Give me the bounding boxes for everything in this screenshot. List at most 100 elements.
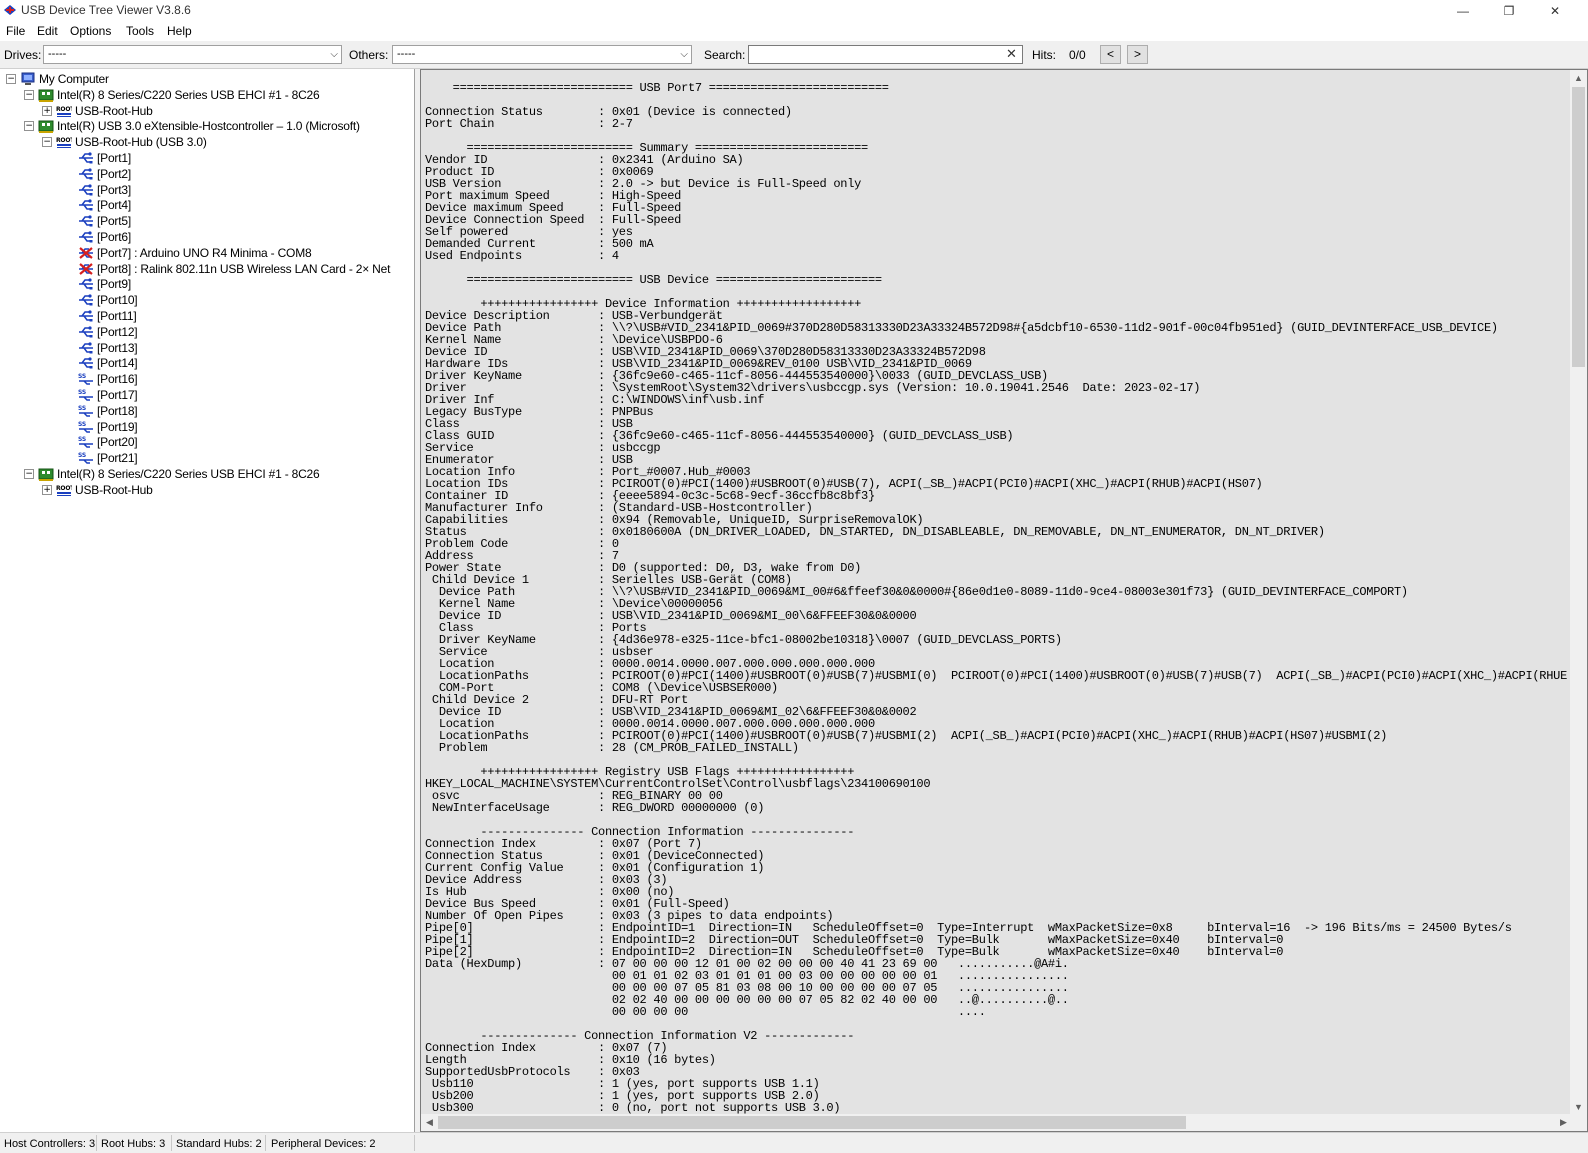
hits-count: 0/0 bbox=[1069, 48, 1086, 62]
status-peripheral-devices: Peripheral Devices: 2 bbox=[271, 1138, 376, 1150]
usb-port-icon bbox=[78, 277, 94, 291]
status-standard-hubs: Standard Hubs: 2 bbox=[176, 1138, 262, 1150]
expand-icon[interactable]: + bbox=[42, 105, 52, 116]
search-label: Search: bbox=[704, 48, 746, 62]
menu-file[interactable]: File bbox=[6, 24, 25, 38]
tree-item[interactable]: −ROOTUSB-Root-Hub (USB 3.0) bbox=[42, 134, 207, 150]
root-hub-icon: ROOT bbox=[56, 104, 75, 118]
search-input[interactable] bbox=[748, 45, 1023, 64]
report-text-area[interactable]: ========================== USB Port7 ===… bbox=[421, 70, 1572, 1116]
tree-item[interactable]: [Port4] bbox=[78, 197, 131, 213]
collapse-icon[interactable]: − bbox=[6, 74, 16, 84]
scroll-left-icon[interactable]: ◀ bbox=[421, 1114, 438, 1131]
others-label: Others: bbox=[349, 48, 389, 62]
tree-item-label: [Port1] bbox=[97, 151, 131, 165]
chevron-down-icon: ⌵ bbox=[680, 49, 688, 60]
tree-item-label: [Port2] bbox=[97, 166, 131, 181]
vertical-scrollbar[interactable]: ▲ ▼ bbox=[1570, 70, 1587, 1116]
collapse-icon[interactable]: − bbox=[24, 121, 34, 132]
tree-item[interactable]: [Port5] bbox=[78, 213, 131, 229]
chevron-down-icon: ⌵ bbox=[330, 49, 338, 60]
others-dropdown[interactable]: ----- ⌵ bbox=[392, 45, 692, 64]
tree-item-label: [Port16] bbox=[97, 372, 138, 387]
tree-item[interactable]: [Port6] bbox=[78, 229, 131, 245]
tree-item-label: [Port4] bbox=[97, 198, 131, 213]
device-error-icon bbox=[78, 246, 94, 260]
host-controller-icon bbox=[38, 467, 54, 481]
tree-item[interactable]: − My Computer bbox=[6, 71, 109, 87]
tree-item[interactable]: SS [Port21] bbox=[78, 450, 138, 466]
tree-item[interactable]: SS [Port20] bbox=[78, 434, 138, 450]
tree-item[interactable]: [Port1] bbox=[78, 150, 131, 166]
tree-item[interactable]: [Port9] bbox=[78, 276, 131, 292]
tree-item[interactable]: [Port11] bbox=[78, 308, 137, 324]
tree-item[interactable]: SS [Port19] bbox=[78, 419, 138, 435]
scroll-up-icon[interactable]: ▲ bbox=[1570, 70, 1587, 87]
vertical-scroll-thumb[interactable] bbox=[1572, 87, 1585, 367]
restore-button[interactable]: ❐ bbox=[1486, 0, 1532, 22]
tree-item[interactable]: SS [Port17] bbox=[78, 387, 138, 403]
menu-options[interactable]: Options bbox=[70, 24, 111, 38]
tree-item-label: [Port13] bbox=[97, 340, 138, 355]
menu-tools[interactable]: Tools bbox=[126, 24, 154, 38]
usb-port-icon bbox=[78, 309, 94, 323]
next-hit-button[interactable]: > bbox=[1127, 45, 1148, 64]
report-line: Problem : 28 (CM_PROB_FAILED_INSTALL) bbox=[425, 741, 799, 755]
tree-item[interactable]: [Port2] bbox=[78, 166, 131, 182]
tree-item-label: [Port18] bbox=[97, 403, 138, 418]
horizontal-scroll-thumb[interactable] bbox=[438, 1116, 1186, 1129]
superspeed-port-icon: SS bbox=[78, 404, 94, 418]
title-bar: USB Device Tree Viewer V3.8.6 — ❐ ✕ bbox=[0, 0, 1588, 22]
menu-bar: File Edit Options Tools Help bbox=[0, 22, 1588, 41]
previous-hit-button[interactable]: < bbox=[1100, 45, 1121, 64]
collapse-icon[interactable]: − bbox=[24, 469, 34, 479]
svg-text:SS: SS bbox=[78, 405, 86, 412]
tree-item-label: Intel(R) 8 Series/C220 Series USB EHCI #… bbox=[57, 467, 320, 481]
tree-item[interactable]: SS [Port16] bbox=[78, 371, 138, 387]
root-hub-icon: ROOT bbox=[56, 483, 75, 497]
horizontal-scrollbar[interactable]: ◀ ▶ bbox=[421, 1114, 1572, 1131]
drives-dropdown[interactable]: ----- ⌵ bbox=[43, 45, 342, 64]
minimize-button[interactable]: — bbox=[1440, 0, 1486, 22]
expand-icon[interactable]: + bbox=[42, 484, 52, 495]
device-tree[interactable]: − My Computer − Intel(R) 8 Series/C220 Seri… bbox=[0, 69, 415, 1132]
tree-item[interactable]: + ROOTUSB-Root-Hub bbox=[42, 103, 153, 119]
tree-item-label: [Port7] : Arduino UNO R4 Minima - COM8 bbox=[97, 245, 312, 260]
tree-item[interactable]: [Port14] bbox=[78, 355, 138, 371]
superspeed-port-icon: SS bbox=[78, 388, 94, 402]
close-button[interactable]: ✕ bbox=[1532, 0, 1578, 22]
menu-help[interactable]: Help bbox=[167, 24, 192, 38]
tree-item-label: [Port6] bbox=[97, 230, 131, 244]
menu-edit[interactable]: Edit bbox=[37, 24, 58, 38]
tree-item[interactable]: [Port13] bbox=[78, 340, 138, 356]
tree-item[interactable]: − Intel(R) 8 Series/C220 Series USB EHCI … bbox=[24, 87, 320, 103]
clear-search-icon[interactable]: ✕ bbox=[1006, 47, 1017, 61]
scrollbar-corner bbox=[1570, 1114, 1587, 1131]
tree-item[interactable]: SS [Port18] bbox=[78, 403, 138, 419]
tree-item[interactable]: [Port10] bbox=[78, 292, 138, 308]
report-line: ========================== USB Port7 ===… bbox=[425, 81, 889, 95]
tree-item[interactable]: [Port12] bbox=[78, 324, 138, 340]
usb-port-icon bbox=[78, 356, 94, 370]
tree-item[interactable]: + ROOTUSB-Root-Hub bbox=[42, 482, 153, 498]
hits-label: Hits: bbox=[1032, 48, 1056, 62]
tree-item[interactable]: − Intel(R) 8 Series/C220 Series USB EHCI … bbox=[24, 466, 320, 482]
tree-item[interactable]: [Port3] bbox=[78, 182, 131, 198]
collapse-icon[interactable]: − bbox=[24, 89, 34, 100]
collapse-icon[interactable]: − bbox=[42, 137, 52, 148]
toolbar: Drives: ----- ⌵ Others: ----- ⌵ Search: … bbox=[0, 41, 1588, 69]
status-separator bbox=[96, 1135, 97, 1151]
report-line: Usb300 : 0 (no, port not supports USB 3.… bbox=[425, 1101, 841, 1115]
tree-item[interactable]: − Intel(R) USB 3.0 eXtensible-Hostcontrol… bbox=[24, 118, 360, 134]
svg-text:SS: SS bbox=[78, 373, 86, 380]
host-controller-icon bbox=[38, 88, 54, 102]
superspeed-port-icon: SS bbox=[78, 372, 94, 386]
tree-item-label: [Port20] bbox=[97, 435, 138, 450]
report-line: Used Endpoints : 4 bbox=[425, 249, 619, 263]
tree-item[interactable]: [Port7] : Arduino UNO R4 Minima - COM8 bbox=[78, 245, 312, 261]
svg-text:ROOT: ROOT bbox=[56, 137, 72, 144]
svg-text:ROOT: ROOT bbox=[56, 106, 72, 113]
tree-item-label: [Port12] bbox=[97, 324, 138, 339]
device-error-icon bbox=[78, 262, 94, 276]
tree-item[interactable]: [Port8] : Ralink 802.11n USB Wireless LA… bbox=[78, 261, 390, 277]
